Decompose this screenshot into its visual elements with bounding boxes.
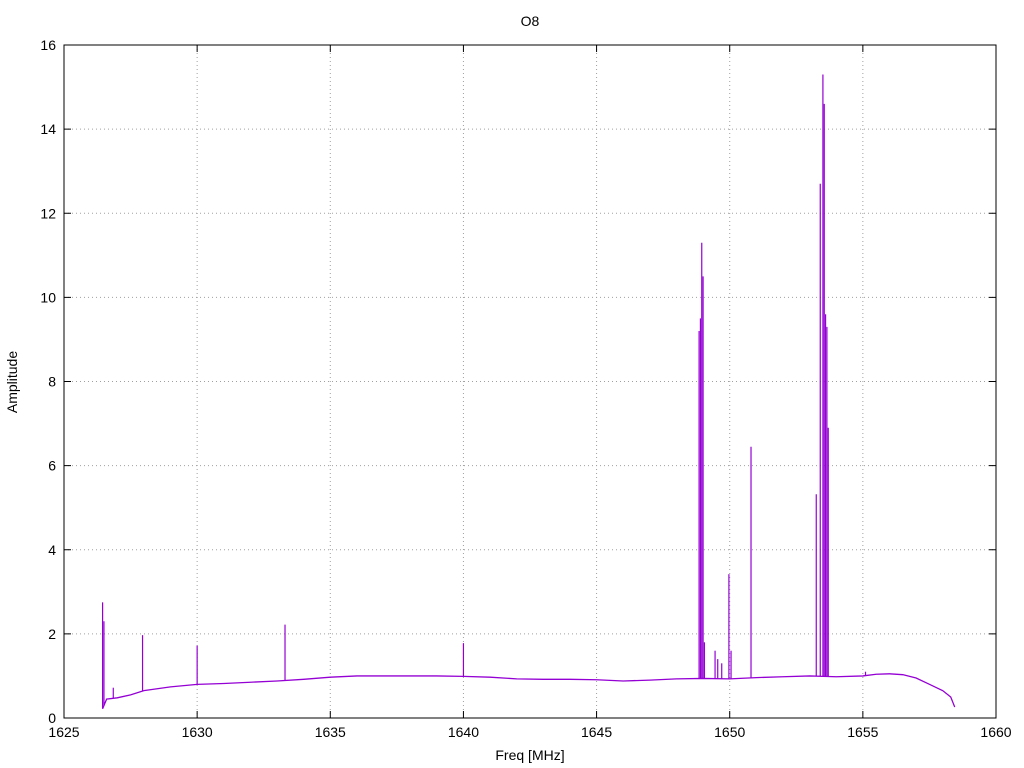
grid-lines	[64, 45, 996, 718]
y-tick-label: 2	[48, 626, 56, 642]
x-tick-label: 1640	[448, 724, 479, 740]
series	[102, 74, 956, 709]
y-tick-label: 0	[48, 710, 56, 726]
chart: 1625 1630 1635 1640 1645 1650 1655 1660 0 2 4 6 8 10 1…	[4, 13, 1012, 763]
x-tick-label: 1630	[182, 724, 213, 740]
y-tick-label: 12	[40, 205, 56, 221]
x-tick-label: 1655	[847, 724, 878, 740]
y-tick-label: 14	[40, 121, 56, 137]
x-tick-label: 1645	[581, 724, 612, 740]
series-line-baseline	[102, 673, 956, 709]
x-tick-label: 1635	[315, 724, 346, 740]
x-tick-label: 1660	[980, 724, 1011, 740]
axis-ticks: 1625 1630 1635 1640 1645 1650 1655 1660 0 2 4 6 8 10 1…	[40, 37, 1011, 740]
x-tick-label: 1625	[48, 724, 79, 740]
y-tick-label: 8	[48, 374, 56, 390]
y-tick-label: 6	[48, 458, 56, 474]
y-axis-label: Amplitude	[4, 351, 20, 413]
y-tick-label: 4	[48, 542, 56, 558]
y-tick-label: 10	[40, 289, 56, 305]
chart-title: O8	[521, 13, 540, 29]
x-axis-label: Freq [MHz]	[495, 747, 564, 763]
x-tick-label: 1650	[714, 724, 745, 740]
y-tick-label: 16	[40, 37, 56, 53]
